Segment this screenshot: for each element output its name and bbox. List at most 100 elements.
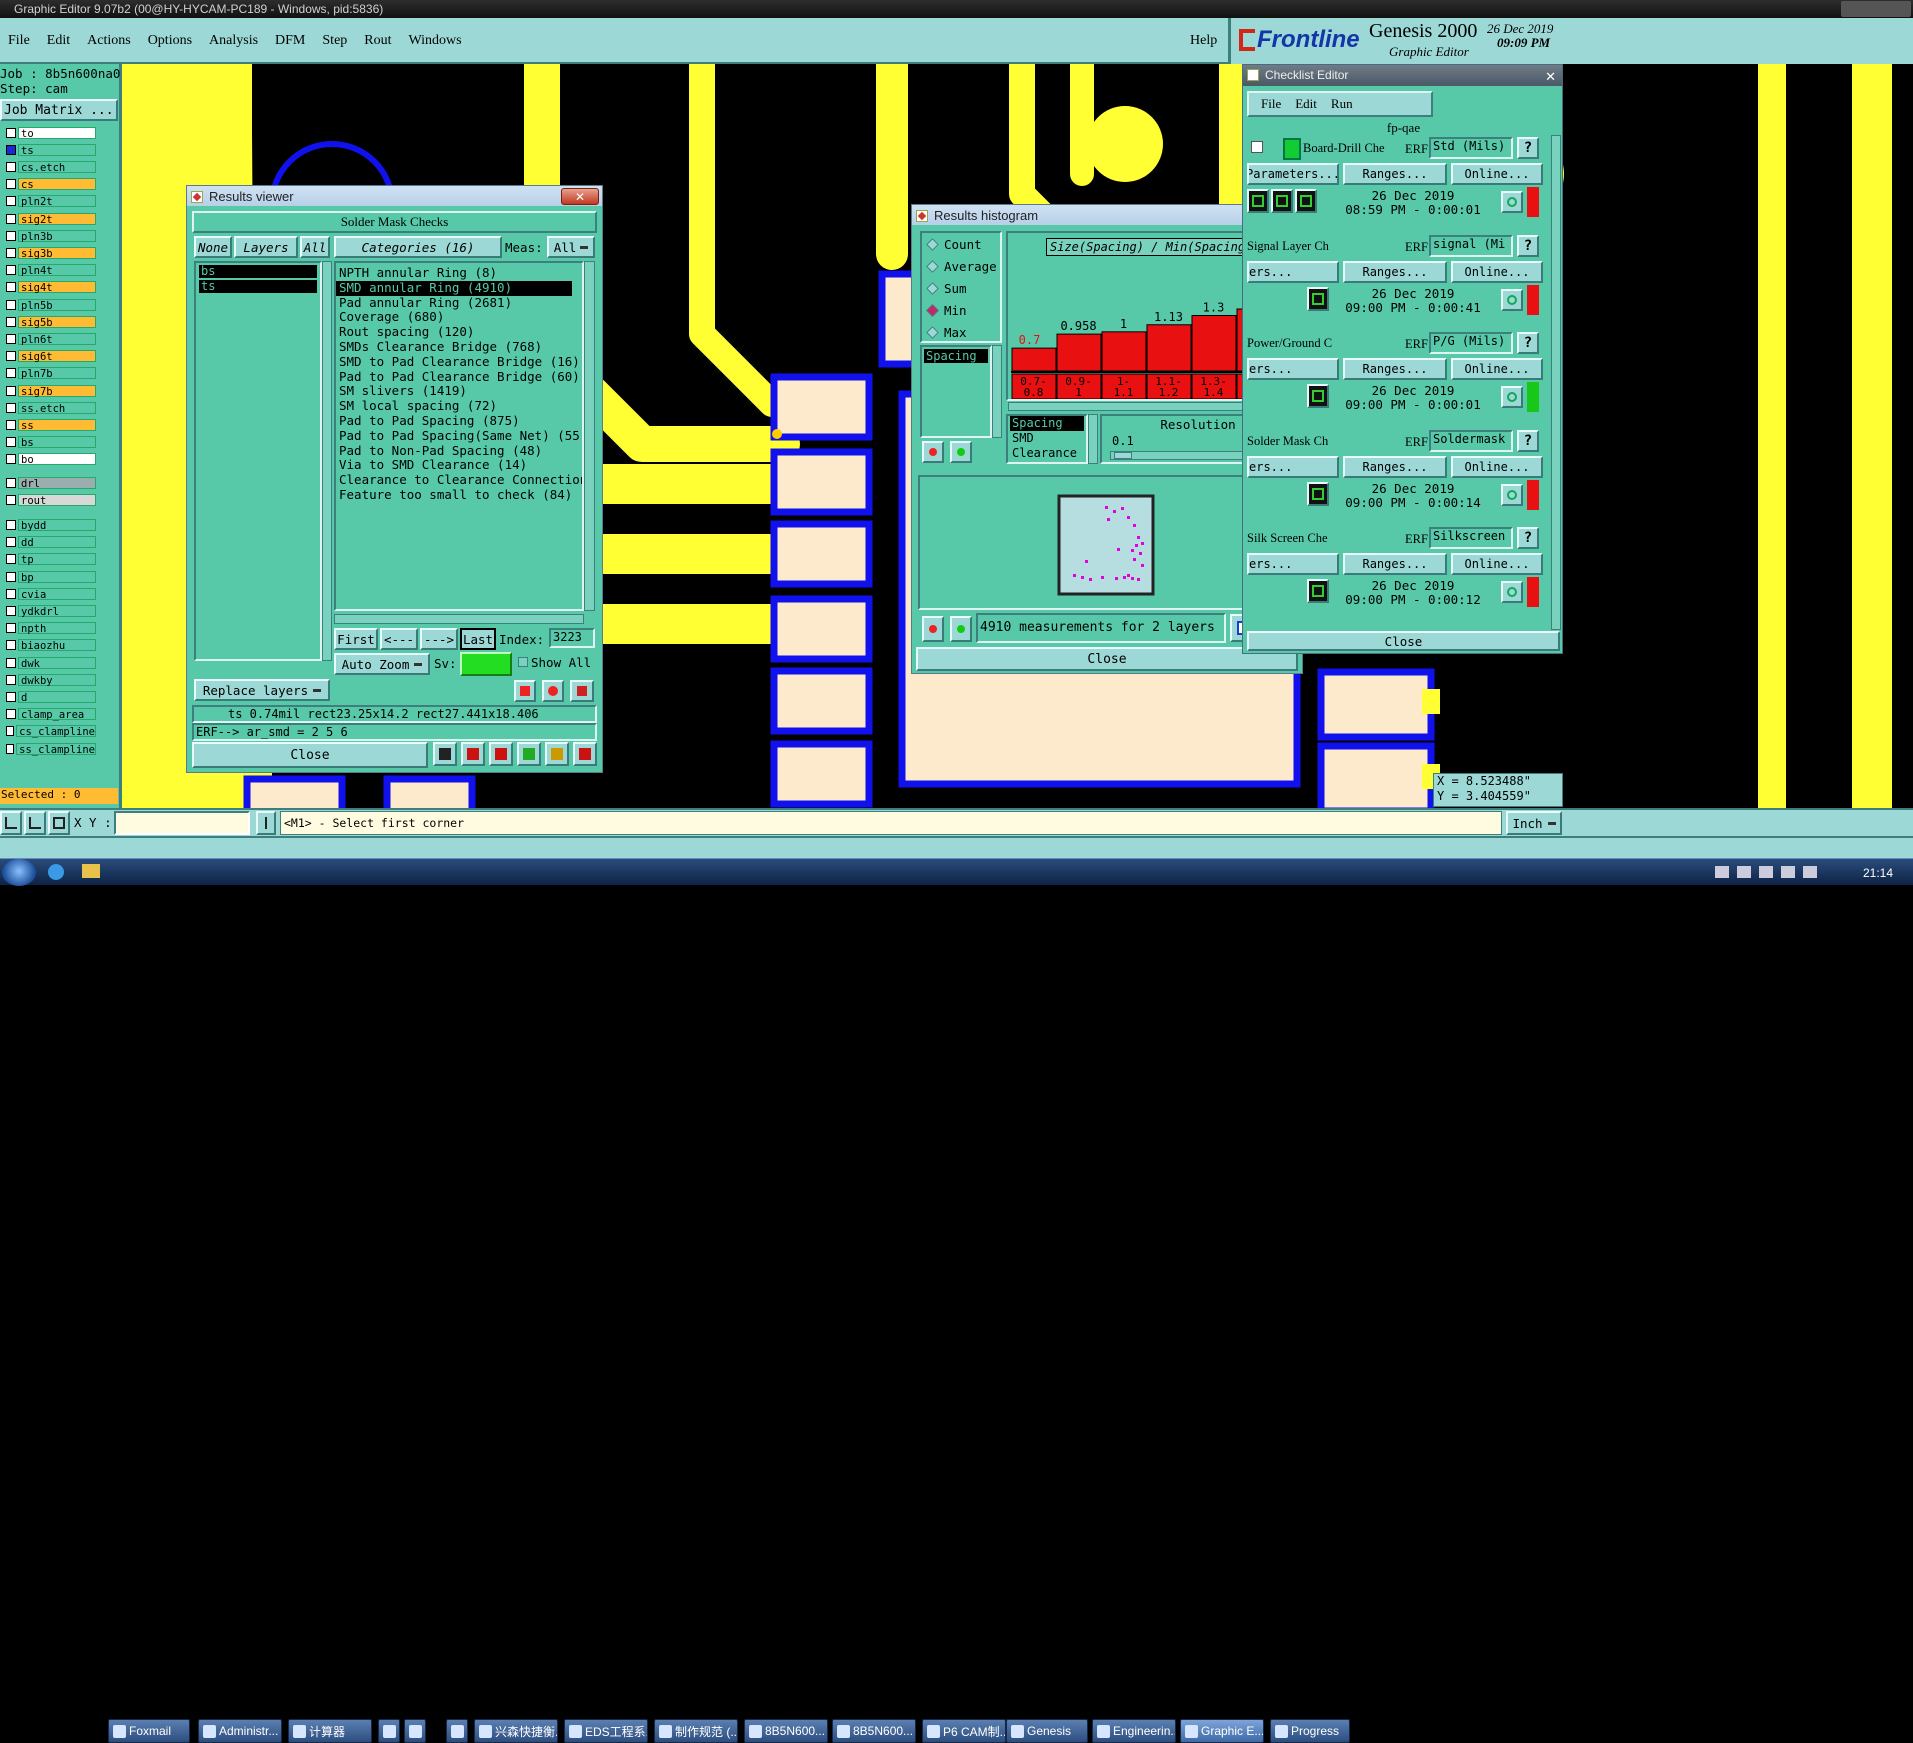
category-scrollbar[interactable] — [584, 261, 595, 611]
layer-row[interactable]: pln5b — [4, 298, 96, 312]
ref-icon-button[interactable] — [542, 680, 564, 702]
menu-windows[interactable]: Windows — [409, 33, 462, 49]
menu-actions[interactable]: Actions — [87, 33, 131, 49]
layer-checkbox[interactable] — [6, 316, 16, 327]
taskbar-item[interactable]: 计算器 — [288, 1719, 372, 1743]
layer-checkbox[interactable] — [6, 419, 16, 430]
result-layer-item[interactable]: bs — [199, 265, 317, 278]
taskbar-item[interactable]: Administr... — [198, 1719, 282, 1743]
layer-name[interactable]: sig4t — [18, 281, 96, 294]
taskbar-item[interactable]: Foxmail — [108, 1719, 190, 1743]
layer-name[interactable]: pln7b — [18, 367, 96, 380]
replace-layers-select[interactable]: Replace layers — [194, 679, 330, 701]
results-viewer-titlebar[interactable]: Results viewer ✕ — [187, 186, 602, 206]
layer-checkbox[interactable] — [6, 571, 16, 582]
flag-icon[interactable] — [1802, 865, 1817, 878]
ranges-button[interactable]: Ranges... — [1343, 260, 1447, 283]
histogram-bar[interactable] — [1101, 331, 1147, 372]
start-button[interactable] — [2, 859, 36, 886]
close-window-button[interactable]: ✕ — [561, 188, 599, 205]
zoom-button[interactable] — [1501, 288, 1523, 311]
type-scrollbar[interactable] — [1088, 414, 1098, 464]
layer-name[interactable]: rout — [18, 493, 96, 507]
layer-row[interactable]: pln7b — [4, 367, 96, 380]
layer-name[interactable]: dwk — [18, 656, 96, 670]
layer-row[interactable]: ss — [4, 418, 96, 432]
layer-name[interactable]: pln2t — [18, 195, 96, 208]
undo-icon-button[interactable] — [570, 680, 594, 702]
erf-value[interactable]: Std (Mils) — [1429, 137, 1513, 159]
layer-checkbox[interactable] — [6, 247, 16, 258]
online-button[interactable]: Online... — [1451, 163, 1543, 185]
histogram-close-button[interactable]: Close — [916, 647, 1298, 671]
xy-input[interactable] — [114, 811, 250, 835]
taskbar-item[interactable] — [404, 1719, 426, 1743]
chart-button[interactable] — [573, 742, 597, 766]
category-item[interactable]: Pad annular Ring (2681) — [336, 295, 582, 311]
security-icon[interactable] — [1758, 865, 1773, 878]
zoom-button[interactable] — [1501, 483, 1523, 506]
erf-value[interactable]: Silkscreen — [1429, 527, 1513, 549]
layer-name[interactable]: ts — [18, 143, 96, 157]
taskbar-item[interactable]: Genesis — [1006, 1719, 1088, 1743]
network-icon[interactable] — [1736, 865, 1751, 878]
layer-row[interactable]: bs — [4, 436, 96, 449]
help-button[interactable]: ? — [1517, 332, 1539, 354]
parameters-button[interactable]: ers... — [1247, 553, 1339, 575]
layer-row[interactable]: ss_clampline — [4, 742, 96, 756]
category-item[interactable]: NPTH annular Ring (8) — [336, 265, 582, 281]
item-name[interactable]: Signal Layer Ch — [1247, 239, 1379, 254]
aggregate-option-count[interactable]: Count — [922, 233, 1000, 255]
close-window-button[interactable]: ✕ — [1545, 66, 1556, 87]
show-all-checkbox[interactable] — [518, 657, 528, 667]
aggregate-option-max[interactable]: Max — [922, 321, 1000, 343]
category-item[interactable]: SMDs Clearance Bridge (768) — [336, 339, 582, 355]
prev-button[interactable]: <--- — [380, 628, 418, 650]
layer-name[interactable]: npth — [18, 622, 96, 635]
type-item[interactable]: SMD — [1010, 431, 1084, 446]
layer-row[interactable]: npth — [4, 622, 96, 635]
first-button[interactable]: First — [334, 628, 378, 650]
online-button[interactable]: Online... — [1451, 358, 1543, 380]
layer-checkbox[interactable] — [6, 351, 16, 362]
checklist-menu-run[interactable]: Run — [1331, 96, 1353, 112]
series-item[interactable]: Spacing — [924, 349, 988, 363]
layer-name[interactable]: pln4t — [18, 264, 96, 277]
layer-row[interactable]: cs.etch — [4, 160, 96, 174]
menu-step[interactable]: Step — [322, 33, 347, 49]
layer-checkbox[interactable] — [6, 640, 16, 651]
layer-checkbox[interactable] — [6, 282, 16, 293]
notes-button[interactable] — [545, 742, 569, 766]
layer-name[interactable]: biaozhu — [18, 639, 96, 652]
layer-checkbox[interactable] — [6, 494, 16, 505]
aggregate-option-sum[interactable]: Sum — [922, 277, 1000, 299]
category-hscrollbar[interactable] — [334, 614, 584, 624]
type-item[interactable]: Spacing — [1010, 416, 1084, 431]
index-field[interactable]: 3223 — [549, 628, 595, 648]
layer-name[interactable]: ss_clampline — [16, 742, 96, 756]
layer-row[interactable]: bo — [4, 453, 96, 466]
layer-name[interactable]: to — [18, 126, 96, 140]
explorer-icon[interactable] — [82, 864, 100, 878]
layer-row[interactable]: bp — [4, 570, 96, 584]
layer-checkbox[interactable] — [6, 709, 16, 720]
layer-row[interactable]: cs_clampline — [4, 725, 96, 738]
last-button[interactable]: Last — [460, 628, 496, 650]
clock[interactable]: 21:14 — [1863, 866, 1893, 880]
category-item[interactable]: Feature too small to check (84) — [336, 487, 582, 503]
layer-name[interactable]: ss — [18, 418, 96, 432]
online-button[interactable]: Online... — [1451, 455, 1543, 478]
run-button[interactable] — [1295, 189, 1317, 213]
layer-name[interactable]: sig6t — [18, 350, 96, 363]
taskbar-item[interactable]: 制作规范 (... — [654, 1719, 738, 1743]
category-item[interactable]: Pad to Non-Pad Spacing (48) — [336, 443, 582, 459]
layer-name[interactable]: drl — [18, 476, 96, 490]
run-button[interactable] — [1307, 286, 1329, 311]
layer-row[interactable]: sig6t — [4, 350, 96, 363]
ranges-button[interactable]: Ranges... — [1343, 163, 1447, 185]
layer-row[interactable]: pln2t — [4, 195, 96, 208]
run-button[interactable] — [1307, 384, 1329, 408]
parameters-button[interactable]: ers... — [1247, 358, 1339, 380]
category-item[interactable]: SMD annular Ring (4910) — [336, 280, 572, 296]
all-button[interactable]: All — [300, 236, 330, 258]
